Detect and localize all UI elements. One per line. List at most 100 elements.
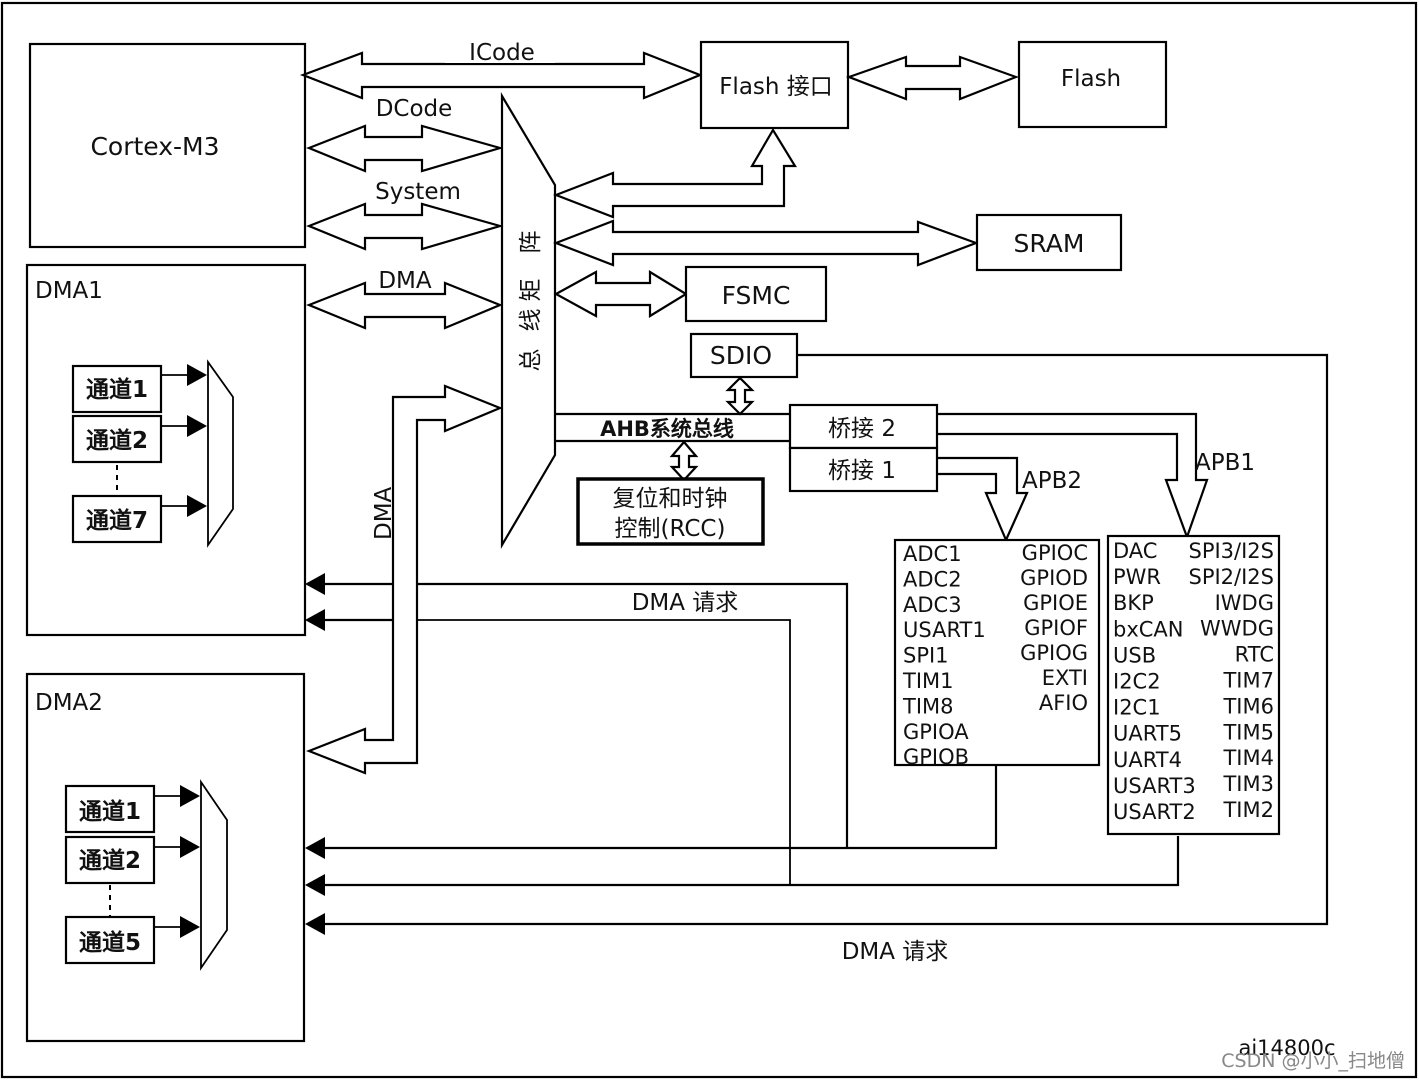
sram-label: SRAM [1014, 229, 1085, 258]
icode-bus-arrow: ICode [299, 38, 703, 100]
dma1-channel-7: 通道7 [86, 507, 148, 534]
dma1-channel-2: 通道2 [86, 427, 148, 454]
apb2-peripheral-spi1: SPI1 [903, 644, 949, 668]
dma1-request-line-apb1-b [417, 619, 791, 885]
fsmc-block: FSMC [684, 265, 828, 323]
icode-label: ICode [469, 40, 535, 66]
dma1-request-arrowhead-1 [305, 573, 325, 595]
sram-block: SRAM [975, 213, 1123, 272]
dma2-channel-1: 通道1 [79, 798, 141, 825]
flash-interface-label: Flash 接口 [719, 74, 833, 100]
dma1-bus-arrow: DMA [306, 268, 503, 330]
dma1-bus-label: DMA [378, 268, 432, 294]
cortex-m3-block: Cortex-M3 [28, 42, 307, 249]
apb1-label: APB1 [1195, 450, 1255, 476]
bus-matrix-to-flash-arrow [552, 127, 797, 219]
bridge1-block: 桥接 1 [788, 446, 939, 493]
apb2-peripheral-gpiod: GPIOD [1020, 566, 1088, 590]
stm32-system-architecture-diagram: Cortex-M3 ICode Flash 接口 Flash DCode Sys… [0, 1, 1418, 1079]
apb2-peripheral-adc2: ADC2 [903, 567, 962, 591]
dcode-bus-arrow: DCode [306, 96, 504, 173]
apb1-peripheral-pwr: PWR [1113, 565, 1161, 589]
apb1-peripheral-tim2: TIM2 [1222, 798, 1274, 822]
dma2-request-arrowhead-1 [305, 837, 325, 859]
apb1-peripheral-wwdg: WWDG [1200, 617, 1274, 641]
apb2-peripheral-afio: AFIO [1039, 691, 1088, 715]
dma1-channel-1: 通道1 [86, 376, 148, 403]
apb1-peripheral-usart3: USART3 [1113, 774, 1196, 798]
cortex-m3-label: Cortex-M3 [90, 132, 219, 161]
sdio-dma-request-arrowhead [305, 913, 325, 935]
bus-matrix-char-2: 线 [518, 309, 544, 332]
sdio-label: SDIO [710, 341, 772, 370]
flash-interface-block: Flash 接口 [699, 40, 850, 130]
apb2-peripheral-gpiob: GPIOB [903, 745, 969, 769]
apb1-peripheral-dac: DAC [1113, 539, 1157, 563]
dma2-request-line-apb2 [325, 765, 998, 850]
flash-block: Flash [1017, 40, 1168, 129]
apb1-peripheral-uart4: UART4 [1113, 748, 1182, 772]
sdio-ahb-arrow [725, 376, 755, 416]
apb1-peripheral-spi2-i2s: SPI2/I2S [1188, 565, 1274, 589]
apb2-peripheral-gpioa: GPIOA [903, 720, 969, 744]
sram-bus-arrow [552, 219, 980, 267]
apb1-peripheral-i2c2: I2C2 [1113, 670, 1161, 694]
flash-label: Flash [1061, 66, 1121, 92]
apb2-peripheral-tim8: TIM8 [902, 694, 954, 718]
dma2-channel-5: 通道5 [79, 929, 141, 956]
flash-bus-arrow [845, 55, 1020, 101]
apb2-peripheral-tim1: TIM1 [902, 669, 954, 693]
dma2-bus-label: DMA [371, 486, 397, 540]
dma2-bus-arrow: DMA [305, 384, 503, 775]
apb1-bus-arrow: APB1 [937, 412, 1255, 541]
apb2-peripheral-usart1: USART1 [903, 618, 986, 642]
fsmc-label: FSMC [722, 281, 791, 310]
apb1-peripheral-tim7: TIM7 [1222, 669, 1274, 693]
apb1-peripheral-bkp: BKP [1113, 591, 1154, 615]
dma1-request-line-apb2-b [417, 582, 849, 848]
apb1-peripheral-spi3-i2s: SPI3/I2S [1188, 539, 1274, 563]
bus-matrix-char-1: 总 [518, 349, 544, 372]
bridge1-label: 桥接 1 [828, 458, 896, 484]
system-label: System [375, 179, 461, 205]
apb2-label: APB2 [1022, 468, 1082, 494]
dma-request-label-upper: DMA 请求 [632, 590, 739, 616]
apb2-peripherals-box: ADC1ADC2ADC3USART1SPI1TIM1TIM8GPIOAGPIOB… [893, 538, 1101, 769]
apb1-peripheral-tim6: TIM6 [1222, 694, 1274, 718]
dma-request-label-lower: DMA 请求 [842, 939, 949, 965]
ahb-bus-label: AHB系统总线 [600, 417, 734, 441]
apb1-peripheral-iwdg: IWDG [1215, 591, 1274, 615]
apb2-peripheral-gpiof: GPIOF [1024, 616, 1088, 640]
apb2-peripheral-adc1: ADC1 [903, 542, 962, 566]
apb1-peripheral-tim3: TIM3 [1222, 772, 1274, 796]
system-bus-arrow: System [306, 179, 504, 251]
bridge2-block: 桥接 2 [788, 403, 939, 450]
apb2-peripheral-gpioe: GPIOE [1023, 591, 1088, 615]
apb1-peripheral-tim4: TIM4 [1222, 746, 1274, 770]
dma1-request-arrowhead-2 [305, 609, 325, 631]
rcc-ahb-arrow [669, 440, 699, 482]
bus-matrix-char-3: 矩 [518, 279, 544, 302]
rcc-label-line1: 复位和时钟 [613, 486, 728, 512]
apb2-peripheral-gpioc: GPIOC [1022, 541, 1088, 565]
apb2-peripheral-adc3: ADC3 [903, 593, 962, 617]
bus-matrix-char-4: 阵 [518, 231, 544, 254]
apb1-peripheral-bxcan: bxCAN [1113, 617, 1184, 641]
apb2-peripheral-gpiog: GPIOG [1020, 641, 1088, 665]
dcode-label: DCode [376, 96, 453, 122]
ahb-system-bus: AHB系统总线 [556, 412, 790, 443]
dma1-block: DMA1 [25, 263, 307, 637]
csdn-watermark: CSDN @小小_扫地僧 [1221, 1050, 1405, 1072]
apb1-peripheral-rtc: RTC [1235, 643, 1274, 667]
dma2-request-line-apb1 [325, 836, 1180, 887]
dma2-request-arrowhead-2 [305, 874, 325, 896]
apb2-bus-arrow: APB2 [937, 456, 1082, 543]
apb2-peripheral-exti: EXTI [1042, 666, 1088, 690]
dma2-label: DMA2 [35, 690, 103, 716]
sdio-block: SDIO [689, 332, 799, 379]
rcc-block: 复位和时钟 控制(RCC) [576, 477, 765, 546]
dma2-channel-2: 通道2 [79, 847, 141, 874]
apb1-peripheral-tim5: TIM5 [1222, 720, 1274, 744]
apb1-peripheral-usart2: USART2 [1113, 800, 1196, 824]
apb1-peripherals-box: DACPWRBKPbxCANUSBI2C2I2C1UART5UART4USART… [1106, 534, 1281, 836]
